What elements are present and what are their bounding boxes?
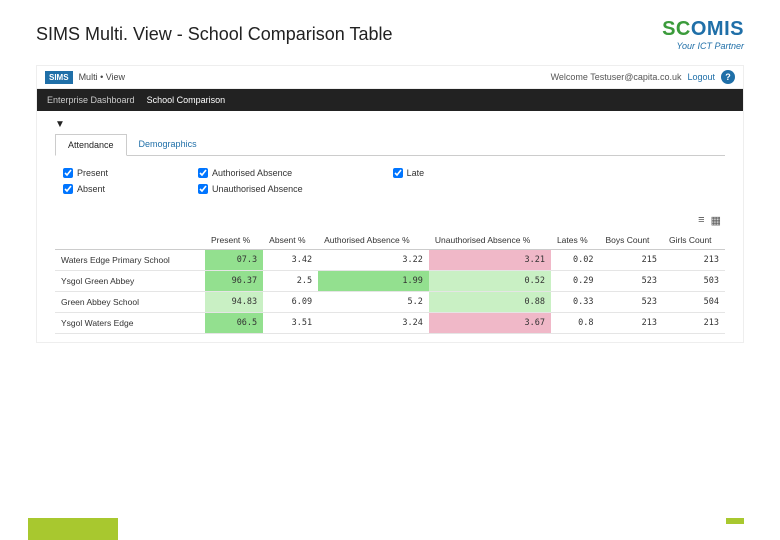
filter-present[interactable]: Present	[63, 168, 108, 178]
filter-panel: Present Absent Authorised Absence Unauth…	[55, 156, 725, 202]
data-cell: 0.29	[551, 271, 600, 292]
data-cell: 0.88	[429, 292, 551, 313]
list-view-icon[interactable]: ≡	[698, 214, 704, 227]
tab-demographics[interactable]: Demographics	[127, 134, 209, 155]
nav-enterprise-dashboard[interactable]: Enterprise Dashboard	[47, 95, 135, 105]
filter-absent-label: Absent	[77, 184, 105, 194]
data-cell: 0.02	[551, 250, 600, 271]
data-cell: 6.09	[263, 292, 318, 313]
filter-absent[interactable]: Absent	[63, 184, 108, 194]
comparison-table: Present % Absent % Authorised Absence % …	[55, 231, 725, 334]
welcome-text: Welcome Testuser@capita.co.uk	[551, 72, 682, 82]
table-header-row: Present % Absent % Authorised Absence % …	[55, 231, 725, 250]
help-icon[interactable]: ?	[721, 70, 735, 84]
tab-attendance[interactable]: Attendance	[55, 134, 127, 156]
page-title: SIMS Multi. View - School Comparison Tab…	[36, 24, 392, 45]
tabs: Attendance Demographics	[55, 134, 725, 156]
col-boys[interactable]: Boys Count	[599, 231, 663, 250]
app-name: Multi • View	[79, 72, 126, 82]
data-cell: 503	[663, 271, 725, 292]
checkbox-present[interactable]	[63, 168, 73, 178]
checkbox-authorised[interactable]	[198, 168, 208, 178]
checkbox-absent[interactable]	[63, 184, 73, 194]
col-lates[interactable]: Lates %	[551, 231, 600, 250]
logo-text-green: SC	[662, 18, 691, 40]
data-cell: 3.24	[318, 313, 429, 334]
data-cell: 523	[599, 292, 663, 313]
data-cell: 0.52	[429, 271, 551, 292]
filter-unauthorised[interactable]: Unauthorised Absence	[198, 184, 303, 194]
data-cell: 5.2	[318, 292, 429, 313]
checkbox-unauthorised[interactable]	[198, 184, 208, 194]
col-school[interactable]	[55, 231, 205, 250]
app-frame: SIMS Multi • View Welcome Testuser@capit…	[36, 65, 744, 343]
filter-present-label: Present	[77, 168, 108, 178]
sims-badge: SIMS	[45, 71, 73, 84]
table-row[interactable]: Ysgol Green Abbey96.372.51.990.520.29523…	[55, 271, 725, 292]
school-name-cell: Ysgol Waters Edge	[55, 313, 205, 334]
data-cell: 213	[663, 250, 725, 271]
filter-late-label: Late	[407, 168, 425, 178]
col-present[interactable]: Present %	[205, 231, 263, 250]
filter-late[interactable]: Late	[393, 168, 425, 178]
data-cell: 07.3	[205, 250, 263, 271]
data-cell: 215	[599, 250, 663, 271]
data-cell: 213	[663, 313, 725, 334]
scomis-logo: SCOMIS Your ICT Partner	[662, 18, 744, 51]
data-cell: 2.5	[263, 271, 318, 292]
school-name-cell: Ysgol Green Abbey	[55, 271, 205, 292]
data-cell: 94.83	[205, 292, 263, 313]
logo-tagline: Your ICT Partner	[676, 41, 744, 51]
data-cell: 3.22	[318, 250, 429, 271]
school-name-cell: Green Abbey School	[55, 292, 205, 313]
table-row[interactable]: Waters Edge Primary School07.33.423.223.…	[55, 250, 725, 271]
data-cell: 1.99	[318, 271, 429, 292]
grid-view-icon[interactable]: ▦	[711, 214, 721, 227]
school-name-cell: Waters Edge Primary School	[55, 250, 205, 271]
col-authorised[interactable]: Authorised Absence %	[318, 231, 429, 250]
data-cell: 96.37	[205, 271, 263, 292]
filter-collapse-icon[interactable]: ▼	[55, 119, 725, 130]
table-row[interactable]: Ysgol Waters Edge06.53.513.243.670.82132…	[55, 313, 725, 334]
checkbox-late[interactable]	[393, 168, 403, 178]
logo-text-blue: OMIS	[691, 18, 744, 40]
nav-school-comparison[interactable]: School Comparison	[147, 95, 226, 105]
data-cell: 523	[599, 271, 663, 292]
data-cell: 3.21	[429, 250, 551, 271]
data-cell: 06.5	[205, 313, 263, 334]
data-cell: 504	[663, 292, 725, 313]
filter-unauthorised-label: Unauthorised Absence	[212, 184, 303, 194]
data-cell: 3.42	[263, 250, 318, 271]
col-unauthorised[interactable]: Unauthorised Absence %	[429, 231, 551, 250]
col-absent[interactable]: Absent %	[263, 231, 318, 250]
main-nav: Enterprise Dashboard School Comparison	[37, 89, 743, 111]
col-girls[interactable]: Girls Count	[663, 231, 725, 250]
data-cell: 3.51	[263, 313, 318, 334]
data-cell: 0.33	[551, 292, 600, 313]
logout-link[interactable]: Logout	[687, 72, 715, 82]
data-cell: 0.8	[551, 313, 600, 334]
data-cell: 3.67	[429, 313, 551, 334]
table-row[interactable]: Green Abbey School94.836.095.20.880.3352…	[55, 292, 725, 313]
footer-accent-right	[726, 518, 744, 524]
filter-authorised[interactable]: Authorised Absence	[198, 168, 303, 178]
data-cell: 213	[599, 313, 663, 334]
footer-accent	[28, 518, 118, 540]
filter-authorised-label: Authorised Absence	[212, 168, 292, 178]
